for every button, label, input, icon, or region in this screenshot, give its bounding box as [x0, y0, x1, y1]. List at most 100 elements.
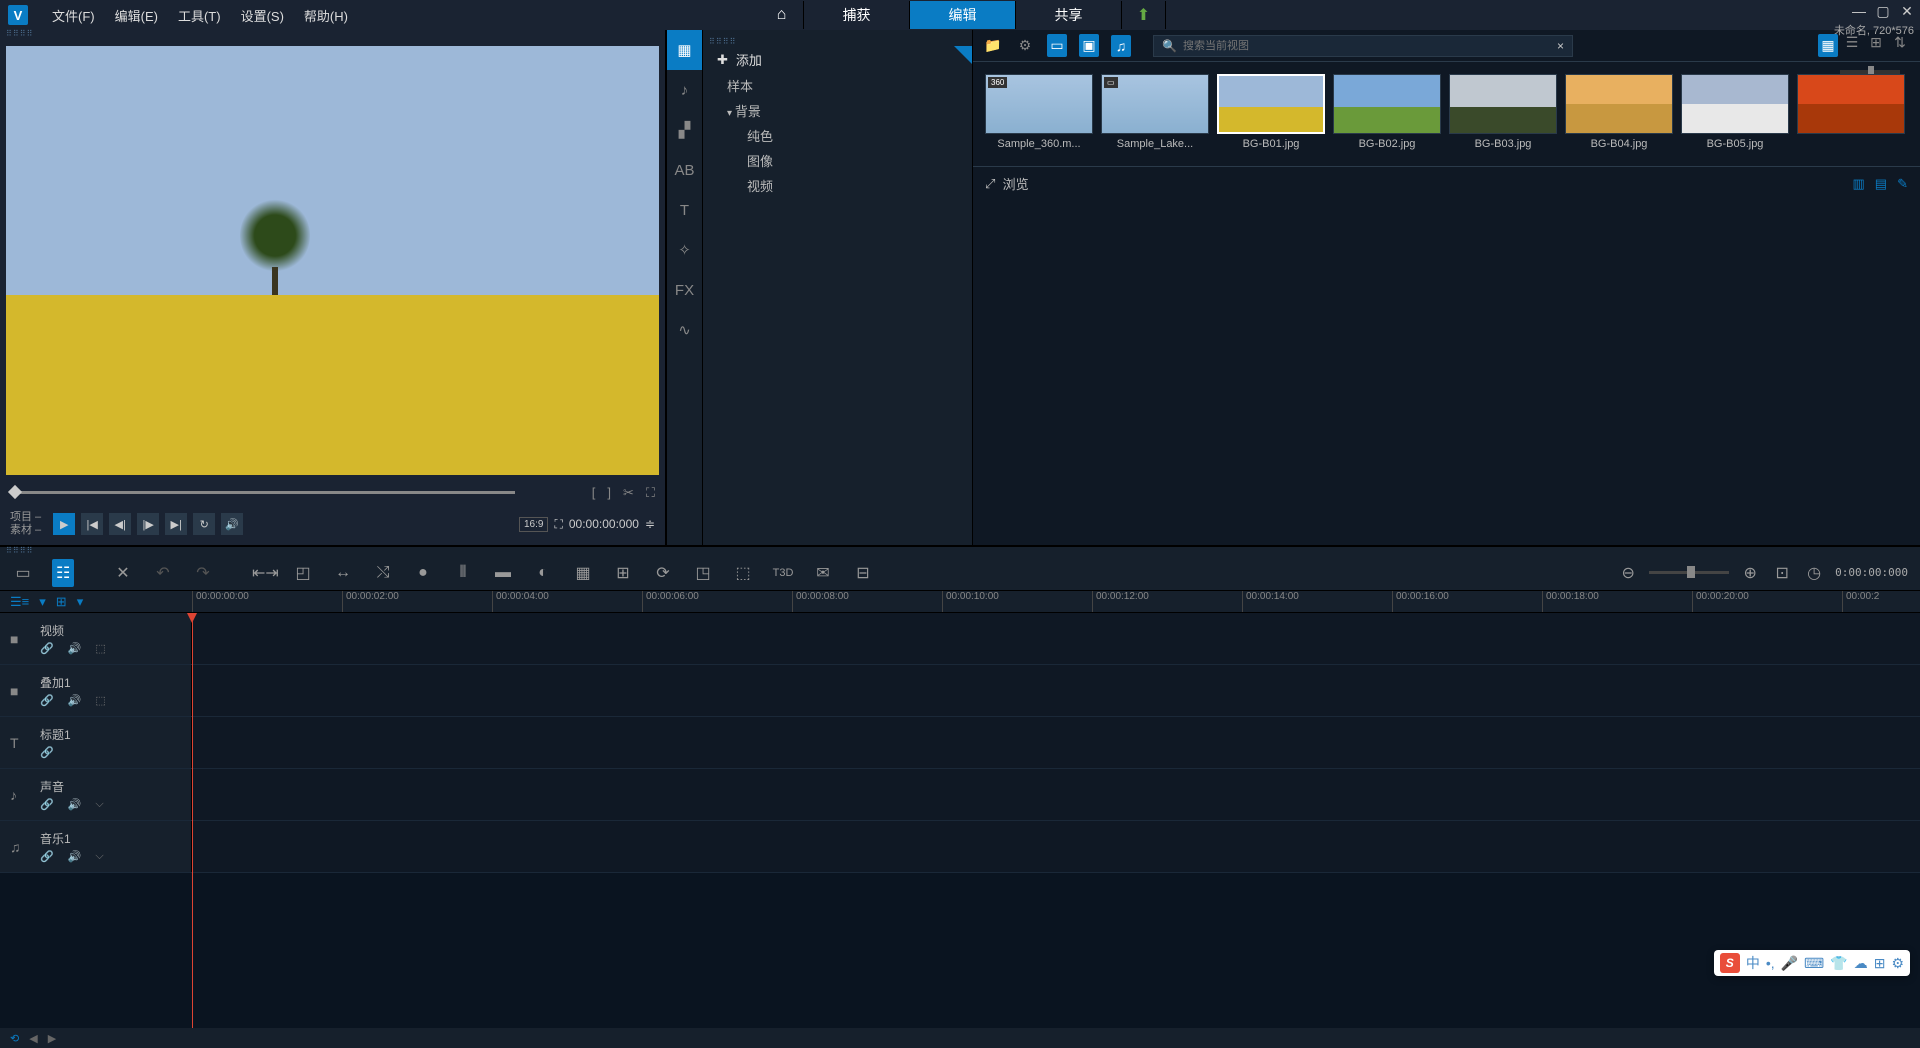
slip-icon[interactable]: ↔	[332, 564, 354, 582]
thumb-item[interactable]: BG-B03.jpg	[1449, 74, 1557, 154]
ime-toolbar[interactable]: S 中 •, 🎤 ⌨ 👕 ☁ ⊞ ⚙	[1714, 950, 1910, 976]
track-lane[interactable]	[192, 613, 1920, 664]
mixer-icon[interactable]: ⫴	[452, 564, 474, 582]
search-box[interactable]: 🔍 ×	[1153, 35, 1573, 57]
timecode-dropdown-icon[interactable]: ≑	[645, 517, 655, 531]
track-menu-icon[interactable]: ▾	[39, 594, 46, 610]
zoom-out-icon[interactable]: ⊖	[1617, 563, 1639, 583]
expand-browse-icon[interactable]: ⤢	[985, 176, 995, 192]
clock-icon[interactable]: ◷	[1803, 563, 1825, 583]
trim-icon[interactable]: ⇤⇥	[252, 563, 274, 583]
track-lane[interactable]	[192, 717, 1920, 768]
timeline-scroll-icon[interactable]: ⟲	[10, 1032, 19, 1045]
lib-tab-graphic[interactable]: ✧	[667, 230, 702, 270]
track-collapse-icon[interactable]: ▾	[77, 594, 84, 610]
lib-tab-title[interactable]: AB	[667, 150, 702, 190]
lib-tab-audio[interactable]: ♪	[667, 70, 702, 110]
view-grid-icon[interactable]: ⊞	[1866, 34, 1886, 57]
volume-button[interactable]: 🔊	[221, 513, 243, 535]
grid-icon[interactable]: ⊞	[612, 563, 634, 583]
lib-tab-path[interactable]: ∿	[667, 310, 702, 350]
lib-tab-fx[interactable]: FX	[667, 270, 702, 310]
upload-icon[interactable]: ⬆	[1122, 1, 1166, 29]
tab-home[interactable]: ⌂	[760, 1, 804, 29]
footer-panel2-icon[interactable]: ▤	[1875, 176, 1887, 192]
track-ctrl-icon[interactable]: 🔊	[68, 694, 82, 707]
track-ctrl-icon[interactable]: ⬚	[95, 694, 105, 707]
track-header[interactable]: ■叠加1🔗🔊⬚	[0, 665, 192, 716]
filter-video-icon[interactable]: ▭	[1047, 34, 1067, 57]
gear-icon[interactable]: ⚙	[1015, 37, 1035, 54]
track-ctrl-icon[interactable]: ⬚	[95, 642, 105, 655]
track-lane[interactable]	[192, 769, 1920, 820]
thumb-item[interactable]	[1797, 74, 1905, 154]
track-ctrl-icon[interactable]: 🔗	[40, 746, 54, 759]
menu-tools[interactable]: 工具(T)	[168, 6, 231, 25]
undo-icon[interactable]: ↶	[152, 563, 174, 583]
thumb-item[interactable]: BG-B02.jpg	[1333, 74, 1441, 154]
clear-search-icon[interactable]: ×	[1557, 39, 1564, 53]
drag-handle[interactable]: ⠿⠿⠿⠿	[703, 38, 972, 46]
tree-video[interactable]: 视频	[703, 173, 972, 198]
track-ctrl-icon[interactable]: 🔗	[40, 798, 54, 811]
storyboard-view-icon[interactable]: ▭	[12, 563, 34, 583]
preview-scrubber[interactable]: [ ] ✂ ⛶	[10, 481, 655, 501]
clip-mode-label[interactable]: 素材 –	[10, 524, 41, 537]
favorite-corner-icon[interactable]	[954, 46, 972, 64]
ime-punct-icon[interactable]: •,	[1766, 955, 1775, 971]
next-frame-button[interactable]: |▶	[137, 513, 159, 535]
playhead[interactable]	[192, 613, 193, 1028]
drag-handle[interactable]: ⠿⠿⠿⠿	[0, 547, 1920, 555]
ime-mic-icon[interactable]: 🎤	[1781, 955, 1798, 972]
track-list-icon[interactable]: ☰≡	[10, 594, 29, 610]
track-ctrl-icon[interactable]: 🔗	[40, 694, 54, 707]
tab-share[interactable]: 共享	[1016, 1, 1122, 29]
tab-edit[interactable]: 编辑	[910, 1, 1016, 29]
track-ctrl-icon[interactable]: 🔊	[68, 798, 82, 811]
scroll-right-icon[interactable]: ▶	[48, 1032, 56, 1045]
menu-edit[interactable]: 编辑(E)	[105, 6, 168, 25]
tree-background[interactable]: 背景	[703, 98, 972, 123]
filter-image-icon[interactable]: ▣	[1079, 34, 1099, 57]
lib-tab-text[interactable]: T	[667, 190, 702, 230]
subtitle-icon[interactable]: ✉	[812, 563, 834, 583]
track-header[interactable]: ♫音乐1🔗🔊⌵	[0, 821, 192, 872]
maximize-button[interactable]: ▢	[1876, 4, 1890, 18]
filter-audio-icon[interactable]: ♫	[1111, 35, 1131, 57]
track-ctrl-icon[interactable]: 🔗	[40, 642, 54, 655]
loop-button[interactable]: ↻	[193, 513, 215, 535]
ime-skin-icon[interactable]: 👕	[1830, 955, 1847, 972]
3d-title-icon[interactable]: T3D	[772, 567, 794, 579]
mark-in-icon[interactable]: [	[592, 485, 596, 501]
menu-file[interactable]: 文件(F)	[42, 6, 105, 25]
track-motion-icon[interactable]: ⟳	[652, 563, 674, 583]
thumb-item[interactable]: ▭Sample_Lake...	[1101, 74, 1209, 154]
thumb-item[interactable]: 360Sample_360.m...	[985, 74, 1093, 154]
scroll-left-icon[interactable]: ◀	[29, 1032, 37, 1045]
track-add-icon[interactable]: ⊞	[56, 594, 67, 610]
tools-icon[interactable]: ✕	[112, 563, 134, 583]
pan-zoom-icon[interactable]: ◳	[692, 563, 714, 583]
play-button[interactable]: ▶	[53, 513, 75, 535]
redo-icon[interactable]: ↷	[192, 563, 214, 583]
track-header[interactable]: ■视频🔗🔊⬚	[0, 613, 192, 664]
add-media-button[interactable]: ✚ 添加	[703, 46, 972, 73]
mark-out-icon[interactable]: ]	[607, 485, 611, 501]
chapter-icon[interactable]: ◐	[532, 564, 554, 582]
crop-icon[interactable]: ◰	[292, 563, 314, 583]
menu-settings[interactable]: 设置(S)	[231, 6, 294, 25]
aspect-ratio[interactable]: 16:9	[519, 517, 548, 532]
footer-edit-icon[interactable]: ✎	[1897, 176, 1908, 192]
tab-capture[interactable]: 捕获	[804, 1, 910, 29]
footer-panel1-icon[interactable]: ▥	[1853, 176, 1865, 192]
fit-icon[interactable]: ⊡	[1771, 563, 1793, 583]
go-end-button[interactable]: ▶|	[165, 513, 187, 535]
import-icon[interactable]: 📁	[983, 37, 1003, 54]
zoom-slider[interactable]	[1649, 571, 1729, 574]
sort-icon[interactable]: ⇅	[1890, 34, 1910, 57]
track-ctrl-icon[interactable]: ⌵	[95, 798, 103, 811]
split-icon[interactable]: ✂	[623, 485, 634, 501]
browse-label[interactable]: 浏览	[1003, 174, 1029, 193]
timeline-view-icon[interactable]: ☷	[52, 559, 74, 587]
track-ctrl-icon[interactable]: 🔗	[40, 850, 54, 863]
